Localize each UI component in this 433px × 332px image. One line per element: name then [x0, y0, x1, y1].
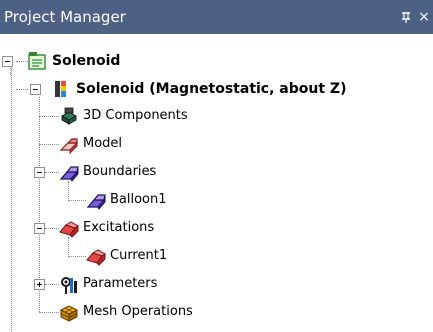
tree-node-current1[interactable]: Current1 [110, 247, 167, 265]
tree-node-design[interactable]: Solenoid (Magnetostatic, about Z) [76, 80, 346, 98]
tree-node-excitations[interactable]: Excitations [83, 219, 154, 237]
mesh-operations-icon [59, 303, 79, 323]
collapse-toggle-boundaries[interactable] [34, 167, 45, 178]
panel-titlebar[interactable]: Project Manager × [0, 0, 433, 34]
parameters-icon [59, 275, 79, 295]
project-icon [28, 51, 48, 71]
design-icon [52, 79, 72, 99]
tree-node-3d-components[interactable]: 3D Components [83, 107, 188, 125]
tree-node-balloon1[interactable]: Balloon1 [110, 191, 167, 209]
model-icon [59, 135, 79, 155]
project-manager-panel: Project Manager × Solenoid Solenoid (Mag… [0, 0, 433, 332]
project-tree: Solenoid Solenoid (Magnetostatic, about … [0, 34, 433, 332]
close-icon[interactable]: × [416, 8, 432, 26]
tree-connector [68, 256, 86, 257]
tree-connector [16, 61, 28, 62]
tree-connector [39, 116, 59, 117]
collapse-toggle-project[interactable] [2, 56, 13, 67]
collapse-toggle-design[interactable] [30, 84, 41, 95]
tree-connector [45, 172, 59, 173]
tree-node-boundaries[interactable]: Boundaries [83, 163, 156, 181]
tree-node-model[interactable]: Model [83, 135, 122, 153]
3d-components-icon [59, 107, 79, 127]
tree-connector [68, 200, 86, 201]
current-icon [86, 247, 106, 267]
excitations-icon [59, 219, 79, 239]
tree-node-parameters[interactable]: Parameters [83, 275, 157, 293]
panel-title: Project Manager [4, 8, 126, 26]
expand-toggle-parameters[interactable] [34, 279, 45, 290]
tree-connector [68, 237, 69, 257]
balloon-icon [86, 191, 106, 211]
tree-connector [68, 181, 69, 201]
boundaries-icon [59, 163, 79, 183]
collapse-toggle-excitations[interactable] [34, 223, 45, 234]
tree-node-project[interactable]: Solenoid [52, 52, 120, 70]
tree-connector [45, 284, 59, 285]
tree-connector [39, 144, 59, 145]
tree-connector [11, 62, 12, 332]
tree-connector [39, 312, 59, 313]
tree-connector [45, 228, 59, 229]
pin-icon[interactable] [398, 8, 414, 26]
tree-node-mesh-operations[interactable]: Mesh Operations [83, 303, 193, 321]
tree-connector [16, 89, 28, 90]
